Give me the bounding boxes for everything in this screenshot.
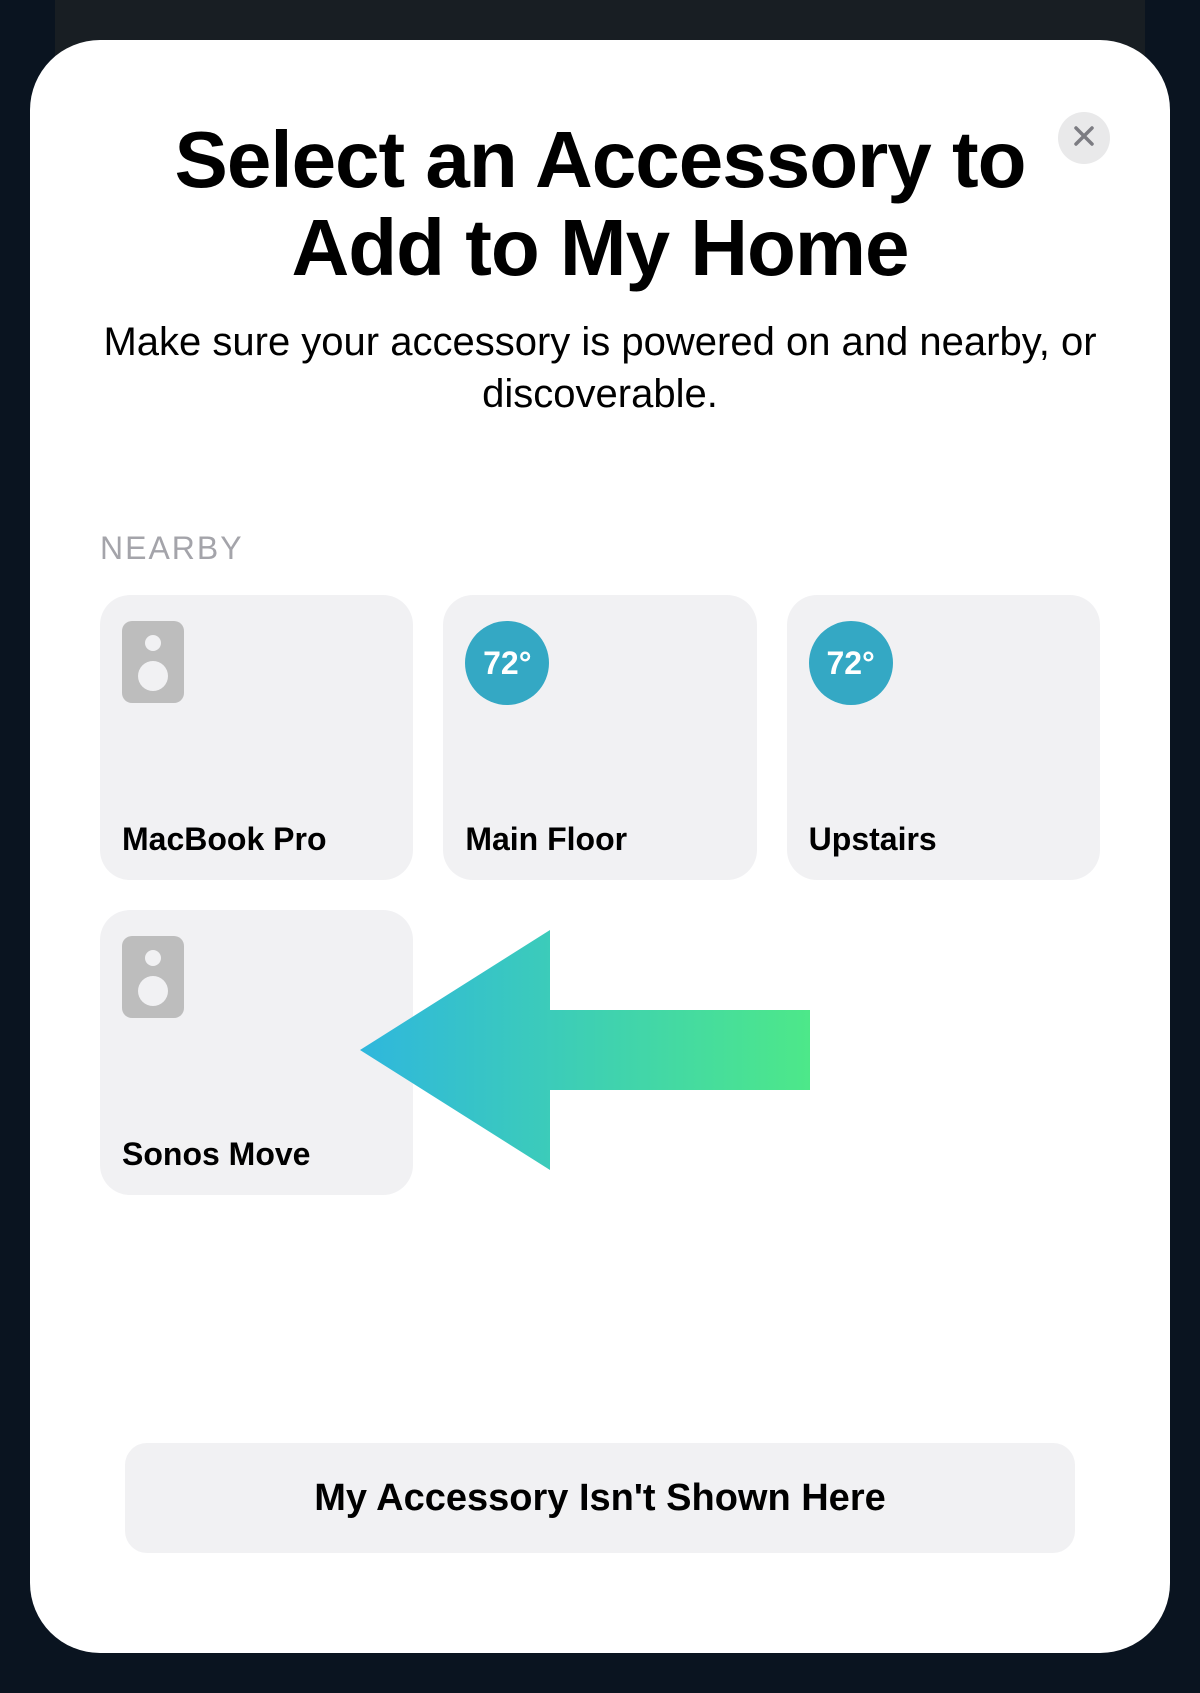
nearby-section-label: NEARBY bbox=[100, 530, 1100, 567]
sheet-title: Select an Accessory to Add to My Home bbox=[100, 116, 1100, 292]
accessory-tile-main-floor[interactable]: 72° Main Floor bbox=[443, 595, 756, 880]
accessory-tile-macbook-pro[interactable]: MacBook Pro bbox=[100, 595, 413, 880]
button-label: My Accessory Isn't Shown Here bbox=[314, 1477, 885, 1520]
accessory-label: Upstairs bbox=[809, 821, 1078, 858]
add-accessory-sheet: Select an Accessory to Add to My Home Ma… bbox=[30, 40, 1170, 1653]
speaker-icon bbox=[122, 621, 184, 703]
thermostat-icon: 72° bbox=[809, 621, 893, 705]
accessory-label: Sonos Move bbox=[122, 1136, 391, 1173]
close-icon bbox=[1072, 124, 1096, 153]
close-button[interactable] bbox=[1058, 112, 1110, 164]
accessory-label: Main Floor bbox=[465, 821, 734, 858]
sheet-subtitle: Make sure your accessory is powered on a… bbox=[100, 316, 1100, 420]
accessory-tile-upstairs[interactable]: 72° Upstairs bbox=[787, 595, 1100, 880]
accessory-label: MacBook Pro bbox=[122, 821, 391, 858]
speaker-icon bbox=[122, 936, 184, 1018]
accessory-grid: MacBook Pro 72° Main Floor 72° Upstairs … bbox=[100, 595, 1100, 1195]
temperature-value: 72° bbox=[483, 645, 531, 682]
accessory-tile-sonos-move[interactable]: Sonos Move bbox=[100, 910, 413, 1195]
temperature-value: 72° bbox=[826, 645, 874, 682]
thermostat-icon: 72° bbox=[465, 621, 549, 705]
accessory-not-shown-button[interactable]: My Accessory Isn't Shown Here bbox=[125, 1443, 1075, 1553]
